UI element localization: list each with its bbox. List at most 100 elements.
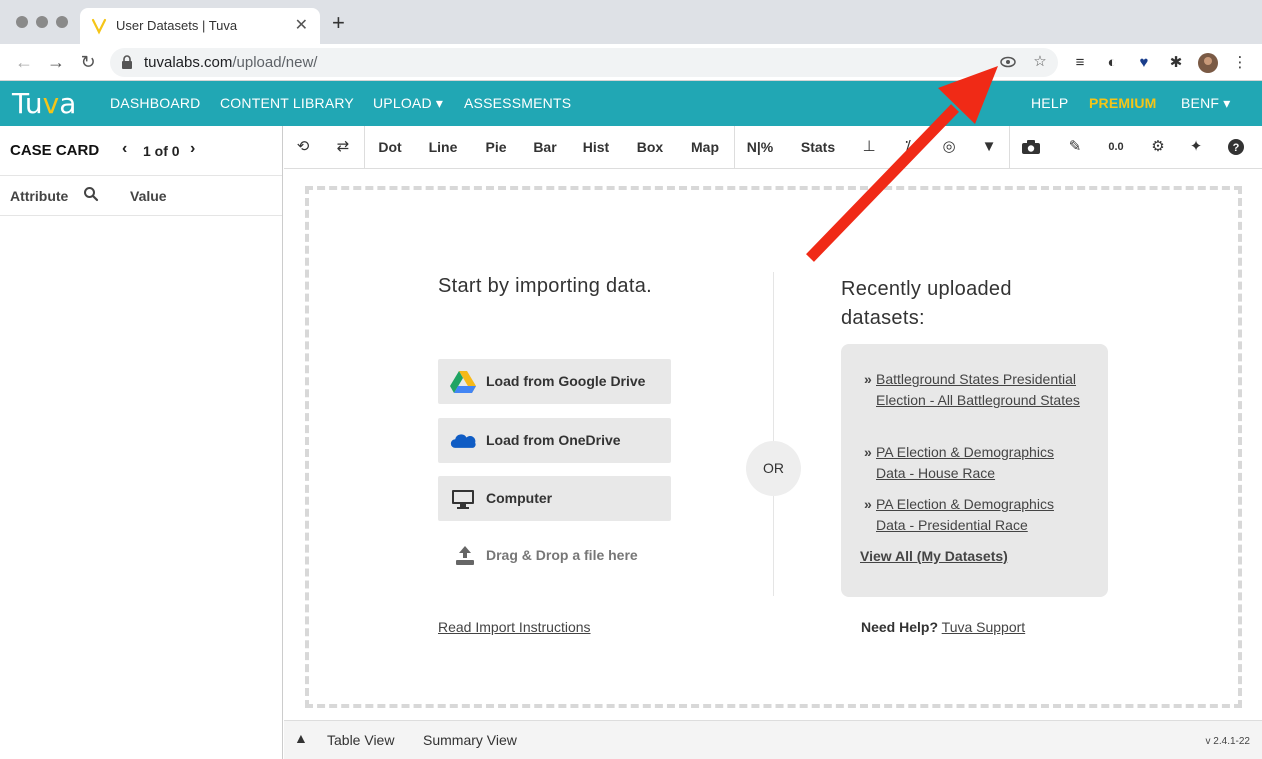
or-separator: OR [746,441,801,496]
drag-drop-label: Drag & Drop a file here [486,547,638,563]
recent-dataset-item: » PA Election & Demographics Data - Hous… [864,442,1084,484]
bullet: » [864,444,872,460]
maximize-window-button[interactable] [56,16,68,28]
recent-dataset-link[interactable]: PA Election & Demographics Data - Presid… [876,494,1084,536]
url-text: tuvalabs.com/upload/new/ [144,54,318,71]
dot-plot-button[interactable]: Dot [376,126,404,169]
toolbar-divider [734,126,735,169]
onedrive-cloud-icon [450,434,476,448]
map-button[interactable]: Map [688,126,722,169]
ruler-icon[interactable]: ⁒ [898,137,918,157]
dark-mode-extension-icon[interactable]: ◐ [1102,53,1122,73]
bullet: » [864,496,872,512]
load-computer-button[interactable]: Computer [438,476,671,521]
case-card-header: CASE CARD ‹ 1 of 0 › [0,126,282,176]
column-divider [773,272,774,596]
new-tab-button[interactable]: + [332,12,345,34]
computer-label: Computer [486,490,553,506]
browser-tab[interactable]: User Datasets | Tuva ✕ [80,8,320,44]
minimize-window-button[interactable] [36,16,48,28]
profile-avatar[interactable] [1198,53,1218,73]
bottom-bar: ▲ Table View Summary View v 2.4.1-22 [284,720,1262,759]
gear-icon[interactable]: ⚙ [1148,137,1168,157]
axis-divider-icon[interactable]: ⊥ [859,137,879,157]
nav-content-library[interactable]: CONTENT LIBRARY [220,95,354,111]
case-count: 1 of 0 [143,143,180,159]
toolbar-divider [1009,126,1010,169]
target-icon[interactable]: ◎ [939,137,959,157]
app-header: Tuva DASHBOARD CONTENT LIBRARY UPLOAD ▾ … [0,81,1262,126]
version-label: v 2.4.1-22 [1205,736,1250,747]
tab-table-view[interactable]: Table View [327,732,394,748]
recent-dataset-item: » Battleground States Presidential Elect… [864,369,1084,411]
swap-axes-icon[interactable]: ⇄ [333,137,353,157]
nav-upload[interactable]: UPLOAD ▾ [373,95,443,112]
close-tab-icon[interactable]: ✕ [295,15,308,35]
nav-help[interactable]: HELP [1031,95,1068,111]
view-all-datasets-link[interactable]: View All (My Datasets) [860,548,1008,564]
tuva-support-link[interactable]: Tuva Support [942,619,1026,635]
need-help-label: Need Help? [861,619,939,635]
extensions-puzzle-icon[interactable]: ✱ [1166,53,1186,73]
camera-icon[interactable] [1021,137,1041,157]
bookmark-star-icon[interactable]: ☆ [1030,52,1050,72]
filter-icon[interactable]: ▼ [979,137,999,157]
google-drive-label: Load from Google Drive [486,373,646,389]
upload-icon [456,546,474,565]
search-icon[interactable] [83,186,99,202]
case-card-panel: CASE CARD ‹ 1 of 0 › Attribute Value [0,126,283,759]
decimal-icon[interactable]: 0.0 [1106,137,1126,157]
nav-user-menu[interactable]: BENF ▾ [1181,95,1230,112]
count-percent-button[interactable]: N|% [744,126,776,169]
tuva-favicon-icon [91,18,107,35]
nav-premium[interactable]: PREMIUM [1089,95,1157,111]
stats-button[interactable]: Stats [798,126,838,169]
attribute-header: Attribute [10,188,69,204]
reading-list-icon[interactable]: ≡ [1070,53,1090,73]
read-import-instructions-link[interactable]: Read Import Instructions [438,619,591,635]
heart-extension-icon[interactable]: ♥ [1134,53,1154,73]
accessibility-icon[interactable]: ✦ [1186,137,1206,157]
recent-dataset-link[interactable]: Battleground States Presidential Electio… [876,369,1084,411]
pencil-icon[interactable]: ✎ [1065,137,1085,157]
forward-icon[interactable]: → [44,50,68,74]
svg-text:?: ? [1233,142,1240,154]
box-plot-button[interactable]: Box [636,126,664,169]
tuva-logo[interactable]: Tuva [12,87,76,120]
load-onedrive-button[interactable]: Load from OneDrive [438,418,671,463]
reset-graph-icon[interactable]: ⟲ [293,137,313,157]
case-card-columns: Attribute Value [0,176,282,216]
reload-icon[interactable]: ↻ [76,50,100,74]
case-card-title: CASE CARD [10,142,100,159]
browser-toolbar: ← → ↻ tuvalabs.com/upload/new/ ☆ ≡ ◐ ♥ ✱… [0,44,1262,81]
chevron-up-icon[interactable]: ▲ [294,730,308,746]
recent-datasets-box: » Battleground States Presidential Elect… [841,344,1108,597]
browser-tab-bar: User Datasets | Tuva ✕ + [0,0,1262,44]
eye-icon[interactable] [998,52,1018,72]
chevron-right-icon[interactable]: › [190,140,195,158]
browser-menu-icon[interactable]: ⋮ [1230,53,1250,73]
recent-dataset-item: » PA Election & Demographics Data - Pres… [864,494,1084,536]
help-icon[interactable]: ? [1226,137,1246,157]
back-icon[interactable]: ← [12,50,36,74]
tab-summary-view[interactable]: Summary View [423,732,517,748]
nav-assessments[interactable]: ASSESSMENTS [464,95,571,111]
line-plot-button[interactable]: Line [427,126,459,169]
onedrive-label: Load from OneDrive [486,432,621,448]
chevron-left-icon[interactable]: ‹ [122,140,127,158]
close-window-button[interactable] [16,16,28,28]
value-header: Value [130,188,167,204]
bar-chart-button[interactable]: Bar [532,126,558,169]
lock-icon [122,55,132,69]
histogram-button[interactable]: Hist [581,126,611,169]
nav-dashboard[interactable]: DASHBOARD [110,95,200,111]
monitor-icon [452,490,474,509]
recent-dataset-link[interactable]: PA Election & Demographics Data - House … [876,442,1084,484]
load-google-drive-button[interactable]: Load from Google Drive [438,359,671,404]
pie-chart-button[interactable]: Pie [483,126,509,169]
need-help: Need Help? Tuva Support [861,619,1025,635]
address-bar[interactable]: tuvalabs.com/upload/new/ ☆ [110,48,1058,77]
toolbar-divider [364,126,365,169]
recent-datasets-title: Recently uploaded datasets: [841,278,1012,329]
google-drive-icon [450,371,476,393]
